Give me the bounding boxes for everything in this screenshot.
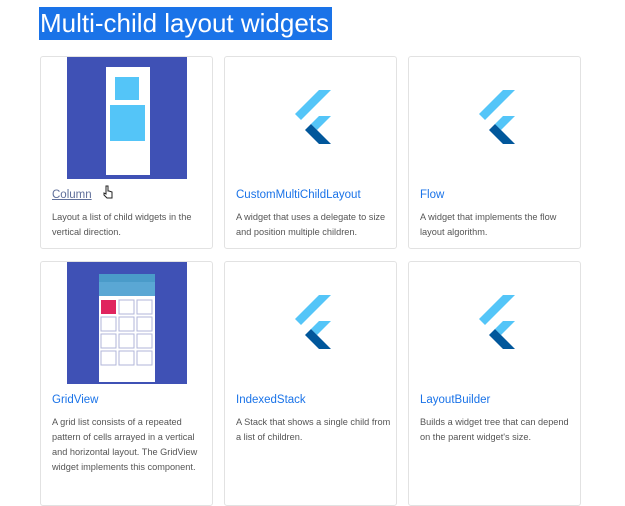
flutter-logo-icon: [225, 262, 396, 384]
widget-card-column[interactable]: Column Layout a list of child widgets in…: [40, 56, 213, 249]
section-heading: Multi-child layout widgets: [39, 7, 333, 40]
flutter-logo-icon: [409, 57, 580, 179]
card-description: A Stack that shows a single child from a…: [236, 417, 391, 442]
flutter-logo-icon: [409, 262, 580, 384]
card-description: Layout a list of child widgets in the ve…: [52, 212, 192, 237]
column-illustration: [67, 57, 187, 179]
card-description: A grid list consists of a repeated patte…: [52, 417, 198, 472]
card-description: A widget that uses a delegate to size an…: [236, 212, 386, 237]
widget-card-flow[interactable]: Flow A widget that implements the flow l…: [408, 56, 581, 249]
card-title[interactable]: CustomMultiChildLayout: [236, 189, 361, 201]
card-title[interactable]: GridView: [52, 394, 98, 406]
card-title[interactable]: LayoutBuilder: [420, 394, 490, 406]
widget-card-indexedstack[interactable]: IndexedStack A Stack that shows a single…: [224, 261, 397, 506]
card-description: A widget that implements the flow layout…: [420, 212, 557, 237]
card-title[interactable]: Flow: [420, 189, 444, 201]
widget-card-gridview[interactable]: GridView A grid list consists of a repea…: [40, 261, 213, 506]
widget-card-custommultichildlayout[interactable]: CustomMultiChildLayout A widget that use…: [224, 56, 397, 249]
card-title[interactable]: IndexedStack: [236, 394, 306, 406]
widget-card-layoutbuilder[interactable]: LayoutBuilder Builds a widget tree that …: [408, 261, 581, 506]
gridview-illustration: [67, 262, 187, 384]
flutter-logo-icon: [225, 57, 396, 179]
pointer-cursor-icon: [103, 185, 113, 204]
card-title[interactable]: Column: [52, 189, 92, 201]
card-description: Builds a widget tree that can depend on …: [420, 417, 569, 442]
